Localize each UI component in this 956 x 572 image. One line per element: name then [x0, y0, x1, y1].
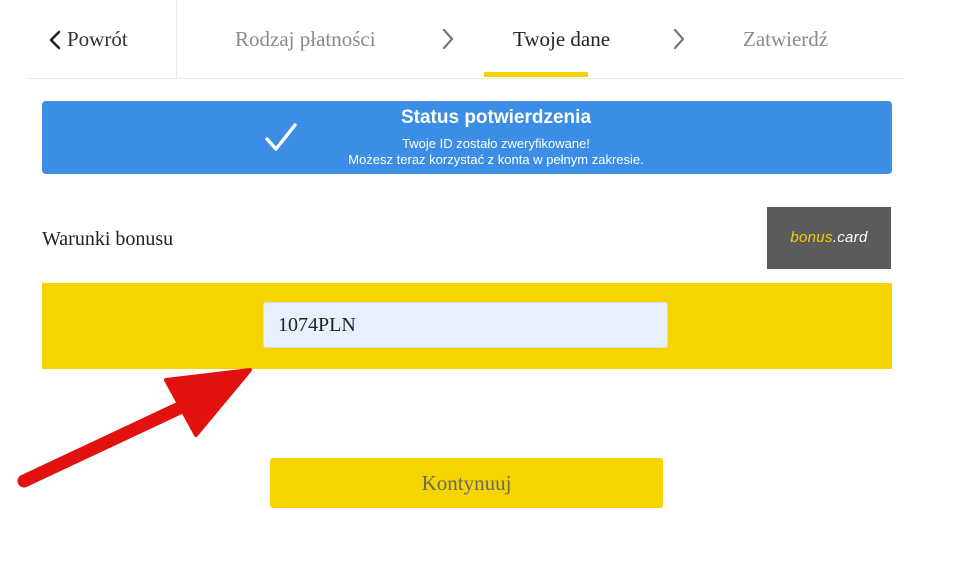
chevron-left-icon — [49, 30, 61, 50]
logo-text-card: .card — [832, 229, 868, 246]
logo-text-bonus: bonus — [790, 229, 833, 246]
chevron-right-icon — [442, 28, 454, 50]
banner-message: Twoje ID zostało zweryfikowane! — [402, 136, 590, 151]
back-label: Powrót — [67, 27, 128, 51]
chevron-right-icon — [673, 28, 685, 50]
banner-submessage: Możesz teraz korzystać z konta w pełnym … — [348, 152, 644, 167]
step-payment-type[interactable]: Rodzaj płatności — [235, 26, 376, 52]
step-your-data[interactable]: Twoje dane — [513, 26, 610, 52]
bonus-code-input[interactable] — [263, 302, 668, 348]
active-step-indicator — [484, 72, 588, 77]
continue-button[interactable]: Kontynuuj — [270, 458, 663, 508]
bonus-card-logo: bonus.card — [767, 207, 891, 269]
bonus-terms-label: Warunki bonusu — [42, 228, 174, 250]
step-confirm[interactable]: Zatwierdź — [743, 26, 828, 52]
back-button[interactable]: Powrót — [28, 0, 177, 78]
banner-title: Status potwierdzenia — [400, 107, 592, 128]
step-navigation: Powrót Rodzaj płatności Twoje dane Zatwi… — [28, 0, 904, 79]
page: Powrót Rodzaj płatności Twoje dane Zatwi… — [0, 0, 956, 572]
verification-status-banner: Status potwierdzenia Twoje ID zostało zw… — [42, 101, 892, 174]
